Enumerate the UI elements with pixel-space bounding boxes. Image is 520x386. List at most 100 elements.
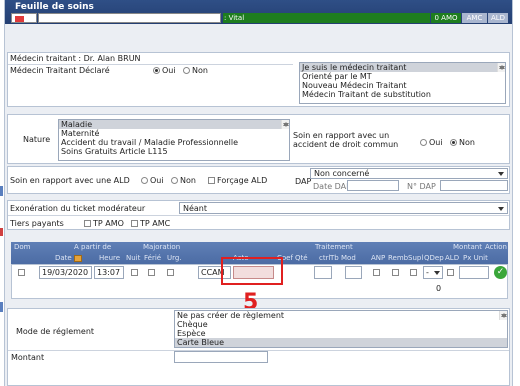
radio-icon[interactable] — [171, 177, 178, 184]
date-dap-input[interactable] — [347, 180, 399, 191]
col-tb: Tb — [330, 254, 339, 262]
ctrl-input[interactable] — [314, 266, 332, 279]
list-item[interactable]: Accident du travail / Maladie Profession… — [59, 138, 289, 147]
reglement-label: Mode de réglement — [16, 327, 95, 336]
patient-flag[interactable] — [11, 13, 37, 23]
patient-name-field[interactable] — [38, 13, 221, 23]
dap-select[interactable]: Non concerné — [310, 168, 508, 179]
list-item[interactable]: Maladie — [59, 120, 289, 129]
col-supl: Supl — [408, 254, 424, 262]
qdep-select[interactable]: - — [423, 266, 443, 279]
checkbox-icon[interactable] — [208, 177, 215, 184]
accident-oui-option[interactable]: Oui — [420, 138, 443, 147]
ald-non-label: Non — [180, 176, 196, 185]
tiers-label: Tiers payants — [10, 219, 64, 228]
divider — [8, 64, 293, 65]
col-nuit: Nuit — [126, 254, 141, 262]
amc-tab[interactable]: AMC — [462, 13, 487, 23]
no-dap-label: N° DAP — [407, 182, 436, 191]
tp-amo-label: TP AMO — [93, 219, 124, 228]
montant-input[interactable] — [174, 351, 268, 363]
ald-tab[interactable]: ALD — [488, 13, 508, 23]
col-dom: Dom — [14, 243, 31, 251]
validate-check-icon[interactable]: ✓ — [494, 266, 507, 279]
list-item[interactable]: Maternité — [59, 129, 289, 138]
col-remb: Remb — [388, 254, 409, 262]
scrollbar[interactable] — [281, 120, 289, 129]
scrollbar[interactable] — [497, 63, 505, 72]
medecin-type-list[interactable]: Je suis le médecin traitant Orienté par … — [299, 62, 506, 104]
nature-label: Nature — [23, 135, 51, 144]
forcage-ald-option[interactable]: Forçage ALD — [208, 176, 267, 185]
list-item[interactable]: Orienté par le MT — [300, 72, 505, 81]
col-a-partir-de: A partir de — [74, 243, 112, 251]
exo-value: Néant — [183, 204, 208, 213]
tp-amo-option[interactable]: TP AMO — [84, 219, 124, 228]
list-item[interactable]: Je suis le médecin traitant — [300, 63, 505, 72]
remb-checkbox[interactable] — [392, 269, 399, 276]
exo-select[interactable]: Néant — [179, 202, 508, 214]
col-traitement: Traitement — [315, 243, 353, 251]
heure-input[interactable]: 13:07 — [94, 266, 124, 279]
list-item[interactable]: Médecin Traitant de substitution — [300, 90, 505, 99]
radio-icon[interactable] — [420, 139, 427, 146]
list-item[interactable]: Soins Gratuits Article L115 — [59, 147, 289, 156]
supl-checkbox[interactable] — [410, 269, 417, 276]
radio-icon[interactable] — [141, 177, 148, 184]
ticket-panel: Exonération du ticket modérateur Néant T… — [7, 200, 510, 230]
amo-tab[interactable]: 0 AMO — [431, 13, 461, 23]
col-ferie: Férié — [144, 254, 162, 262]
no-dap-input[interactable] — [440, 180, 508, 191]
date-dap-label: Date DAP — [313, 182, 351, 191]
mod-input[interactable] — [345, 266, 362, 279]
anp-checkbox[interactable] — [373, 269, 380, 276]
page-edge-marker — [0, 186, 3, 196]
checkbox-icon[interactable] — [131, 220, 138, 227]
list-item[interactable]: Chèque — [175, 320, 507, 329]
dom-checkbox[interactable] — [18, 269, 25, 276]
px-unit-input[interactable] — [459, 266, 489, 279]
radio-icon[interactable] — [450, 139, 457, 146]
flag-icon — [15, 16, 24, 22]
col-majoration: Majoration — [143, 243, 181, 251]
ald-checkbox[interactable] — [447, 269, 454, 276]
nature-list[interactable]: Maladie Maternité Accident du travail / … — [58, 119, 290, 161]
window-title: Feuille de soins — [15, 2, 94, 12]
accident-non-option[interactable]: Non — [450, 138, 475, 147]
urg-checkbox[interactable] — [167, 269, 174, 276]
accident-non-label: Non — [459, 138, 475, 147]
list-item[interactable]: Espèce — [175, 329, 507, 338]
ald-non-option[interactable]: Non — [171, 176, 196, 185]
ald-label: Soin en rapport avec une ALD — [10, 176, 130, 185]
list-item[interactable]: Ne pas créer de règlement — [175, 311, 507, 320]
ald-oui-label: Oui — [150, 176, 164, 185]
nuit-checkbox[interactable] — [131, 269, 138, 276]
list-item[interactable]: Carte Bleue — [175, 338, 507, 347]
vital-status-bar: : Vital — [223, 13, 430, 23]
scroll-down-icon[interactable] — [501, 314, 507, 318]
reglement-list[interactable]: Ne pas créer de règlement Chèque Espèce … — [174, 310, 508, 348]
declare-non-label: Non — [192, 66, 208, 75]
radio-icon[interactable] — [183, 67, 190, 74]
list-item[interactable]: Nouveau Médecin Traitant — [300, 81, 505, 90]
tp-amc-label: TP AMC — [140, 219, 171, 228]
declare-oui-option[interactable]: Oui — [153, 66, 176, 75]
col-action: Action — [485, 243, 507, 251]
calendar-icon[interactable] — [73, 254, 82, 262]
divider — [8, 215, 509, 216]
scroll-down-icon[interactable] — [499, 66, 505, 70]
ald-panel: Soin en rapport avec une ALD Oui Non For… — [7, 166, 510, 194]
medecin-traitant-line: Médecin traitant : Dr. Alan BRUN — [10, 54, 141, 63]
date-input[interactable]: 19/03/2020 — [39, 266, 92, 279]
declare-non-option[interactable]: Non — [183, 66, 208, 75]
nature-panel: Nature Maladie Maternité Accident du tra… — [7, 114, 510, 164]
col-px-unit: Px Unit — [463, 254, 488, 262]
forcage-ald-label: Forçage ALD — [217, 176, 268, 185]
checkbox-icon[interactable] — [84, 220, 91, 227]
scrollbar[interactable] — [499, 311, 507, 320]
scroll-down-icon[interactable] — [283, 123, 289, 127]
radio-icon[interactable] — [153, 67, 160, 74]
ald-oui-option[interactable]: Oui — [141, 176, 164, 185]
ferie-checkbox[interactable] — [148, 269, 155, 276]
tp-amc-option[interactable]: TP AMC — [131, 219, 170, 228]
